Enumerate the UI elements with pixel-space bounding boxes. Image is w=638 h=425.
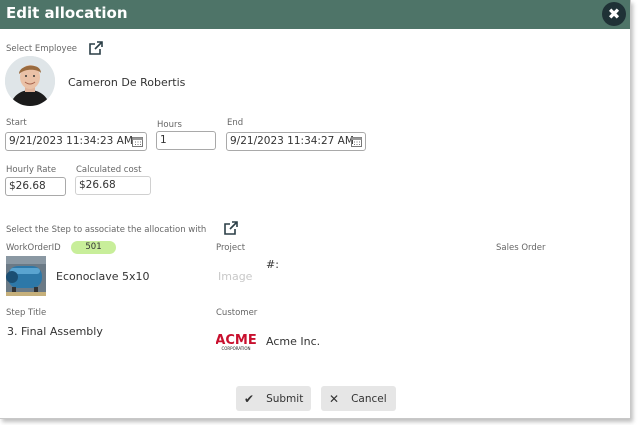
hours-label: Hours: [157, 120, 182, 130]
step-title-label: Step Title: [6, 308, 47, 318]
customer-logo-subtext: CORPORATION: [221, 346, 250, 351]
employee-name: Cameron De Robertis: [68, 76, 186, 89]
work-order-id-badge: 501: [71, 241, 116, 254]
close-button[interactable]: ✖: [602, 2, 626, 26]
work-order-thumbnail: [6, 256, 46, 296]
project-label: Project: [216, 243, 246, 253]
calendar-icon[interactable]: [132, 136, 143, 147]
end-label: End: [227, 118, 244, 128]
external-link-icon[interactable]: [89, 41, 103, 55]
step-title-value: 3. Final Assembly: [7, 325, 103, 338]
calculated-cost-label: Calculated cost: [76, 165, 142, 175]
dialog-header: Edit allocation ✖: [0, 0, 630, 29]
hourly-rate-input[interactable]: $26.68: [5, 177, 66, 196]
start-label: Start: [6, 118, 27, 128]
calendar-icon[interactable]: [351, 136, 362, 147]
project-image-placeholder: Image: [218, 270, 253, 283]
calculated-cost-field: $26.68: [75, 176, 151, 195]
work-order-name: Econoclave 5x10: [56, 270, 150, 283]
customer-label: Customer: [216, 308, 258, 318]
submit-label: Submit: [266, 392, 304, 405]
sales-order-label: Sales Order: [496, 243, 546, 253]
select-step-label: Select the Step to associate the allocat…: [6, 225, 207, 235]
customer-name: Acme Inc.: [266, 335, 321, 348]
employee-avatar: [5, 56, 55, 106]
hours-value: 1: [160, 134, 167, 146]
calculated-cost-value: $26.68: [79, 179, 116, 191]
external-link-icon[interactable]: [224, 221, 238, 235]
edit-allocation-dialog: Edit allocation ✖ Select Employee Camero…: [0, 0, 631, 419]
hours-input[interactable]: 1: [156, 131, 216, 150]
start-datetime-input[interactable]: 9/21/2023 11:34:23 AM: [5, 132, 147, 151]
x-icon: ✕: [329, 391, 340, 406]
submit-button[interactable]: ✔ Submit: [236, 386, 311, 411]
hourly-rate-value: $26.68: [9, 180, 46, 192]
end-datetime-input[interactable]: 9/21/2023 11:34:27 AM: [226, 132, 366, 151]
customer-logo: ACME CORPORATION: [216, 321, 256, 361]
project-number-prefix: #:: [266, 258, 279, 271]
end-value: 9/21/2023 11:34:27 AM: [230, 135, 354, 147]
work-order-id-label: WorkOrderID: [6, 243, 61, 253]
cancel-button[interactable]: ✕ Cancel: [321, 386, 396, 411]
cancel-label: Cancel: [351, 392, 387, 405]
start-value: 9/21/2023 11:34:23 AM: [9, 135, 133, 147]
check-icon: ✔: [244, 391, 255, 406]
hourly-rate-label: Hourly Rate: [6, 165, 57, 175]
dialog-title: Edit allocation: [6, 4, 128, 22]
select-employee-label: Select Employee: [6, 44, 78, 54]
close-icon: ✖: [607, 4, 621, 23]
